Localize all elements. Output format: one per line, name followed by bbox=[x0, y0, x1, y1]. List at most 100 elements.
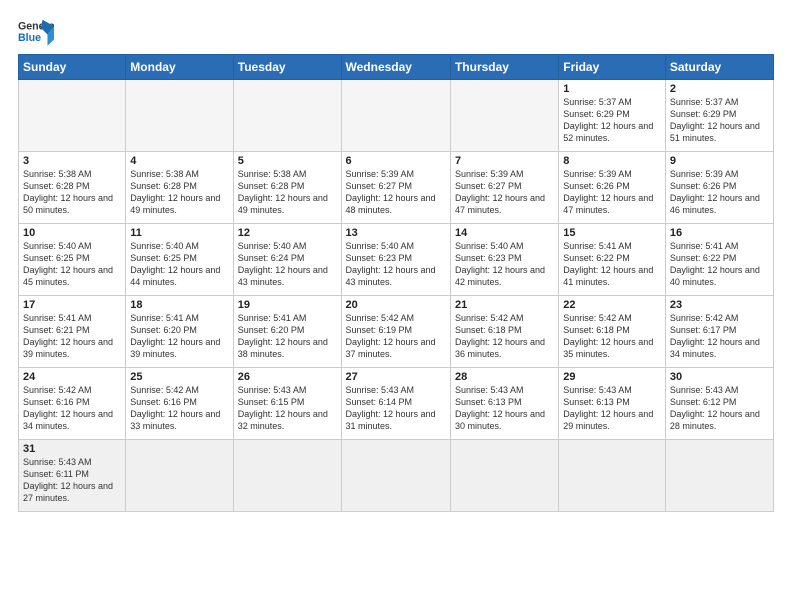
calendar-cell: 21Sunrise: 5:42 AM Sunset: 6:18 PM Dayli… bbox=[450, 296, 558, 368]
day-number: 18 bbox=[130, 299, 228, 311]
day-number: 29 bbox=[563, 371, 661, 383]
week-row-5: 24Sunrise: 5:42 AM Sunset: 6:16 PM Dayli… bbox=[19, 368, 774, 440]
col-header-thursday: Thursday bbox=[450, 55, 558, 80]
day-info: Sunrise: 5:41 AM Sunset: 6:21 PM Dayligh… bbox=[23, 312, 121, 361]
calendar-cell: 23Sunrise: 5:42 AM Sunset: 6:17 PM Dayli… bbox=[665, 296, 773, 368]
day-number: 10 bbox=[23, 227, 121, 239]
calendar-cell: 17Sunrise: 5:41 AM Sunset: 6:21 PM Dayli… bbox=[19, 296, 126, 368]
calendar-cell bbox=[450, 440, 558, 512]
day-info: Sunrise: 5:40 AM Sunset: 6:25 PM Dayligh… bbox=[130, 240, 228, 289]
col-header-wednesday: Wednesday bbox=[341, 55, 450, 80]
calendar-cell bbox=[665, 440, 773, 512]
day-number: 4 bbox=[130, 155, 228, 167]
calendar-cell: 4Sunrise: 5:38 AM Sunset: 6:28 PM Daylig… bbox=[126, 152, 233, 224]
day-number: 5 bbox=[238, 155, 337, 167]
day-number: 16 bbox=[670, 227, 769, 239]
day-number: 12 bbox=[238, 227, 337, 239]
calendar-cell bbox=[19, 80, 126, 152]
day-info: Sunrise: 5:41 AM Sunset: 6:22 PM Dayligh… bbox=[563, 240, 661, 289]
calendar-cell: 24Sunrise: 5:42 AM Sunset: 6:16 PM Dayli… bbox=[19, 368, 126, 440]
calendar-cell: 31Sunrise: 5:43 AM Sunset: 6:11 PM Dayli… bbox=[19, 440, 126, 512]
calendar-cell: 2Sunrise: 5:37 AM Sunset: 6:29 PM Daylig… bbox=[665, 80, 773, 152]
day-number: 20 bbox=[346, 299, 446, 311]
svg-text:Blue: Blue bbox=[18, 32, 41, 44]
day-info: Sunrise: 5:43 AM Sunset: 6:12 PM Dayligh… bbox=[670, 384, 769, 433]
calendar-cell: 1Sunrise: 5:37 AM Sunset: 6:29 PM Daylig… bbox=[559, 80, 666, 152]
calendar-cell: 19Sunrise: 5:41 AM Sunset: 6:20 PM Dayli… bbox=[233, 296, 341, 368]
week-row-1: 1Sunrise: 5:37 AM Sunset: 6:29 PM Daylig… bbox=[19, 80, 774, 152]
day-number: 15 bbox=[563, 227, 661, 239]
calendar-cell bbox=[126, 440, 233, 512]
calendar-header-row: SundayMondayTuesdayWednesdayThursdayFrid… bbox=[19, 55, 774, 80]
col-header-sunday: Sunday bbox=[19, 55, 126, 80]
day-info: Sunrise: 5:37 AM Sunset: 6:29 PM Dayligh… bbox=[670, 96, 769, 145]
day-info: Sunrise: 5:41 AM Sunset: 6:20 PM Dayligh… bbox=[238, 312, 337, 361]
day-info: Sunrise: 5:38 AM Sunset: 6:28 PM Dayligh… bbox=[23, 168, 121, 217]
day-number: 2 bbox=[670, 83, 769, 95]
calendar-cell: 10Sunrise: 5:40 AM Sunset: 6:25 PM Dayli… bbox=[19, 224, 126, 296]
calendar-cell bbox=[450, 80, 558, 152]
calendar-cell bbox=[341, 80, 450, 152]
day-info: Sunrise: 5:39 AM Sunset: 6:27 PM Dayligh… bbox=[455, 168, 554, 217]
day-number: 14 bbox=[455, 227, 554, 239]
day-number: 3 bbox=[23, 155, 121, 167]
day-info: Sunrise: 5:41 AM Sunset: 6:22 PM Dayligh… bbox=[670, 240, 769, 289]
calendar-cell: 18Sunrise: 5:41 AM Sunset: 6:20 PM Dayli… bbox=[126, 296, 233, 368]
day-info: Sunrise: 5:40 AM Sunset: 6:23 PM Dayligh… bbox=[346, 240, 446, 289]
day-number: 28 bbox=[455, 371, 554, 383]
calendar-cell: 8Sunrise: 5:39 AM Sunset: 6:26 PM Daylig… bbox=[559, 152, 666, 224]
calendar-cell bbox=[233, 80, 341, 152]
day-info: Sunrise: 5:40 AM Sunset: 6:23 PM Dayligh… bbox=[455, 240, 554, 289]
calendar-cell: 3Sunrise: 5:38 AM Sunset: 6:28 PM Daylig… bbox=[19, 152, 126, 224]
day-number: 13 bbox=[346, 227, 446, 239]
week-row-4: 17Sunrise: 5:41 AM Sunset: 6:21 PM Dayli… bbox=[19, 296, 774, 368]
day-number: 21 bbox=[455, 299, 554, 311]
calendar-cell: 16Sunrise: 5:41 AM Sunset: 6:22 PM Dayli… bbox=[665, 224, 773, 296]
calendar-cell: 12Sunrise: 5:40 AM Sunset: 6:24 PM Dayli… bbox=[233, 224, 341, 296]
day-number: 23 bbox=[670, 299, 769, 311]
day-info: Sunrise: 5:37 AM Sunset: 6:29 PM Dayligh… bbox=[563, 96, 661, 145]
day-info: Sunrise: 5:43 AM Sunset: 6:15 PM Dayligh… bbox=[238, 384, 337, 433]
generalblue-logo-icon: General Blue bbox=[18, 18, 54, 46]
day-info: Sunrise: 5:43 AM Sunset: 6:11 PM Dayligh… bbox=[23, 456, 121, 505]
calendar-cell: 14Sunrise: 5:40 AM Sunset: 6:23 PM Dayli… bbox=[450, 224, 558, 296]
calendar-cell: 13Sunrise: 5:40 AM Sunset: 6:23 PM Dayli… bbox=[341, 224, 450, 296]
week-row-3: 10Sunrise: 5:40 AM Sunset: 6:25 PM Dayli… bbox=[19, 224, 774, 296]
day-number: 31 bbox=[23, 443, 121, 455]
day-info: Sunrise: 5:40 AM Sunset: 6:25 PM Dayligh… bbox=[23, 240, 121, 289]
day-info: Sunrise: 5:42 AM Sunset: 6:18 PM Dayligh… bbox=[455, 312, 554, 361]
page: General Blue SundayMondayTuesdayWednesda… bbox=[0, 0, 792, 612]
calendar-cell: 28Sunrise: 5:43 AM Sunset: 6:13 PM Dayli… bbox=[450, 368, 558, 440]
day-number: 30 bbox=[670, 371, 769, 383]
day-info: Sunrise: 5:42 AM Sunset: 6:16 PM Dayligh… bbox=[130, 384, 228, 433]
day-number: 9 bbox=[670, 155, 769, 167]
day-number: 26 bbox=[238, 371, 337, 383]
calendar-cell: 26Sunrise: 5:43 AM Sunset: 6:15 PM Dayli… bbox=[233, 368, 341, 440]
day-info: Sunrise: 5:42 AM Sunset: 6:17 PM Dayligh… bbox=[670, 312, 769, 361]
col-header-friday: Friday bbox=[559, 55, 666, 80]
day-info: Sunrise: 5:42 AM Sunset: 6:18 PM Dayligh… bbox=[563, 312, 661, 361]
col-header-tuesday: Tuesday bbox=[233, 55, 341, 80]
calendar-cell: 15Sunrise: 5:41 AM Sunset: 6:22 PM Dayli… bbox=[559, 224, 666, 296]
week-row-6: 31Sunrise: 5:43 AM Sunset: 6:11 PM Dayli… bbox=[19, 440, 774, 512]
day-number: 11 bbox=[130, 227, 228, 239]
day-info: Sunrise: 5:39 AM Sunset: 6:26 PM Dayligh… bbox=[670, 168, 769, 217]
day-info: Sunrise: 5:38 AM Sunset: 6:28 PM Dayligh… bbox=[130, 168, 228, 217]
calendar-cell: 27Sunrise: 5:43 AM Sunset: 6:14 PM Dayli… bbox=[341, 368, 450, 440]
day-info: Sunrise: 5:43 AM Sunset: 6:14 PM Dayligh… bbox=[346, 384, 446, 433]
calendar-cell: 29Sunrise: 5:43 AM Sunset: 6:13 PM Dayli… bbox=[559, 368, 666, 440]
calendar-cell bbox=[233, 440, 341, 512]
day-number: 25 bbox=[130, 371, 228, 383]
calendar-cell: 9Sunrise: 5:39 AM Sunset: 6:26 PM Daylig… bbox=[665, 152, 773, 224]
day-info: Sunrise: 5:42 AM Sunset: 6:16 PM Dayligh… bbox=[23, 384, 121, 433]
day-info: Sunrise: 5:39 AM Sunset: 6:26 PM Dayligh… bbox=[563, 168, 661, 217]
col-header-saturday: Saturday bbox=[665, 55, 773, 80]
day-info: Sunrise: 5:41 AM Sunset: 6:20 PM Dayligh… bbox=[130, 312, 228, 361]
calendar-cell: 22Sunrise: 5:42 AM Sunset: 6:18 PM Dayli… bbox=[559, 296, 666, 368]
day-number: 17 bbox=[23, 299, 121, 311]
day-number: 24 bbox=[23, 371, 121, 383]
day-number: 19 bbox=[238, 299, 337, 311]
calendar-cell: 7Sunrise: 5:39 AM Sunset: 6:27 PM Daylig… bbox=[450, 152, 558, 224]
calendar-cell bbox=[126, 80, 233, 152]
col-header-monday: Monday bbox=[126, 55, 233, 80]
